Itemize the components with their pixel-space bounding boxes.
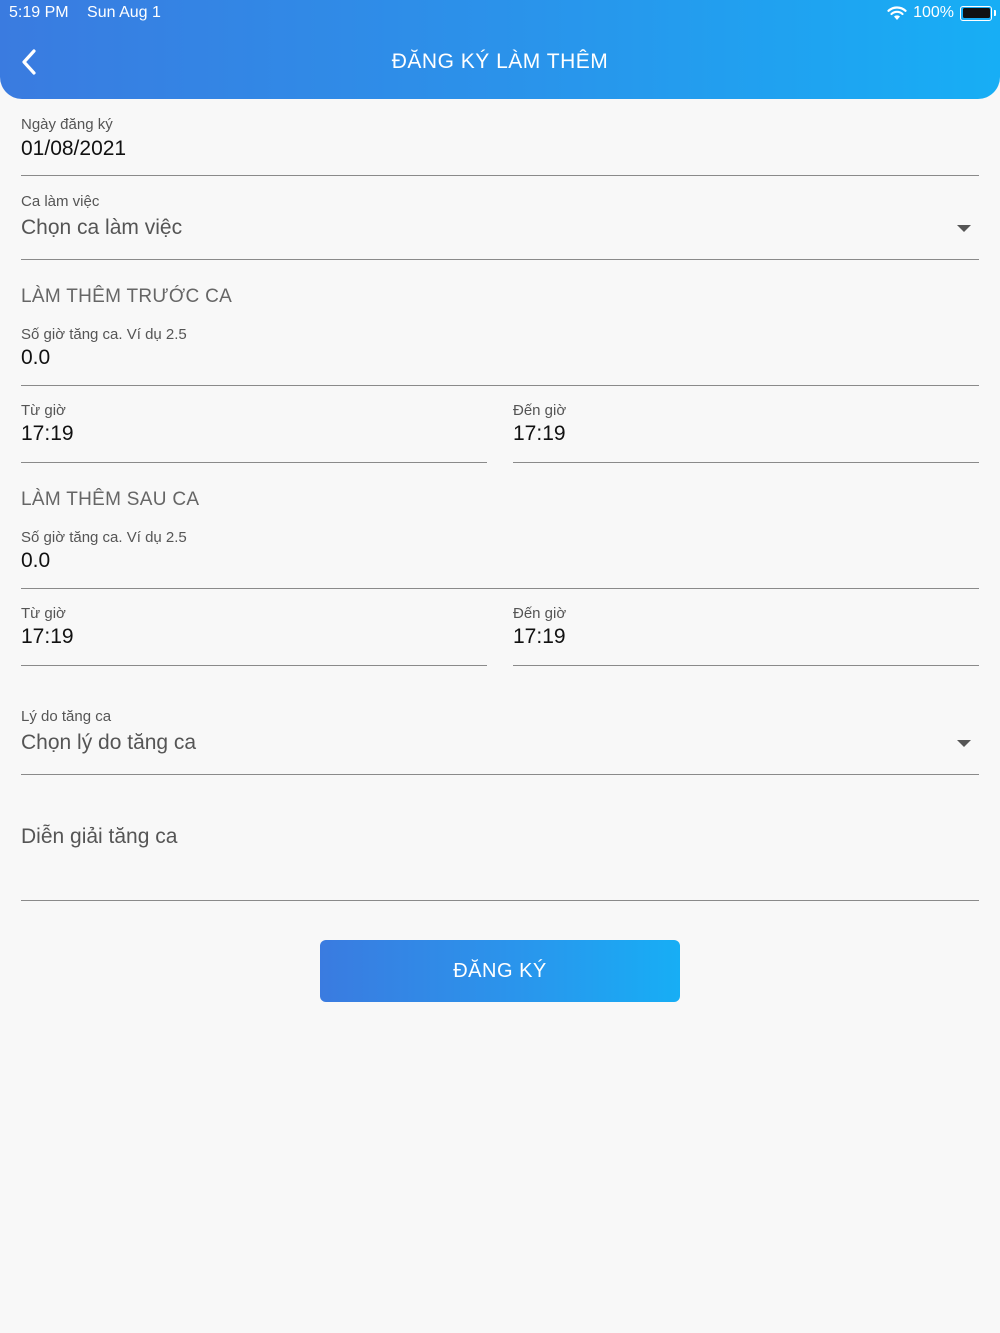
divider [21, 587, 979, 589]
divider [21, 773, 979, 775]
hours-label: Số giờ tăng ca. Ví dụ 2.5 [21, 529, 187, 546]
explanation-input[interactable]: Diễn giải tăng ca [21, 815, 979, 901]
to-time-label: Đến giờ [513, 605, 567, 622]
from-time-label: Từ giờ [21, 605, 66, 622]
date-field[interactable]: Ngày đăng ký 01/08/2021 [21, 113, 979, 176]
page-title: ĐĂNG KÝ LÀM THÊM [391, 50, 609, 73]
before-shift-to-time[interactable]: Đến giờ 17:19 [513, 400, 979, 463]
caret-down-icon [957, 740, 971, 747]
to-time-label: Đến giờ [513, 402, 567, 419]
divider [21, 461, 487, 463]
section-after-shift: LÀM THÊM SAU CA [21, 489, 200, 510]
reason-placeholder: Chọn lý do tăng ca [21, 731, 197, 754]
before-shift-from-time[interactable]: Từ giờ 17:19 [21, 400, 487, 463]
battery-percent: 100% [913, 4, 954, 21]
reason-label: Lý do tăng ca [21, 708, 112, 725]
divider [21, 174, 979, 176]
hours-value: 0.0 [21, 346, 51, 369]
wifi-icon [887, 5, 907, 20]
date-label: Ngày đăng ký [21, 116, 113, 133]
after-shift-hours-input[interactable]: Số giờ tăng ca. Ví dụ 2.5 0.0 [21, 526, 979, 589]
caret-down-icon [957, 225, 971, 232]
hours-value: 0.0 [21, 549, 51, 572]
hours-label: Số giờ tăng ca. Ví dụ 2.5 [21, 326, 187, 343]
to-time-value: 17:19 [513, 422, 566, 445]
section-before-shift: LÀM THÊM TRƯỚC CA [21, 286, 233, 307]
from-time-value: 17:19 [21, 422, 74, 445]
explanation-placeholder: Diễn giải tăng ca [21, 825, 178, 848]
from-time-value: 17:19 [21, 625, 74, 648]
divider [513, 664, 979, 666]
to-time-value: 17:19 [513, 625, 566, 648]
shift-label: Ca làm việc [21, 193, 100, 210]
submit-button[interactable]: ĐĂNG KÝ [320, 940, 680, 1002]
before-shift-hours-input[interactable]: Số giờ tăng ca. Ví dụ 2.5 0.0 [21, 323, 979, 386]
divider [21, 664, 487, 666]
reason-dropdown[interactable]: Lý do tăng ca Chọn lý do tăng ca [21, 706, 979, 775]
battery-icon [960, 5, 996, 21]
date-value: 01/08/2021 [21, 137, 127, 160]
after-shift-from-time[interactable]: Từ giờ 17:19 [21, 603, 487, 666]
divider [513, 461, 979, 463]
divider [21, 258, 979, 260]
divider [21, 384, 979, 386]
status-time: 5:19 PM [9, 4, 69, 21]
from-time-label: Từ giờ [21, 402, 66, 419]
after-shift-to-time[interactable]: Đến giờ 17:19 [513, 603, 979, 666]
app-header: 5:19 PM Sun Aug 1 100% ĐĂNG KÝ LÀM THÊM [0, 0, 1000, 99]
status-date: Sun Aug 1 [87, 4, 161, 21]
divider [21, 899, 979, 901]
status-bar: 5:19 PM Sun Aug 1 100% [9, 4, 996, 24]
shift-dropdown[interactable]: Ca làm việc Chọn ca làm việc [21, 190, 979, 260]
shift-placeholder: Chọn ca làm việc [21, 216, 183, 239]
